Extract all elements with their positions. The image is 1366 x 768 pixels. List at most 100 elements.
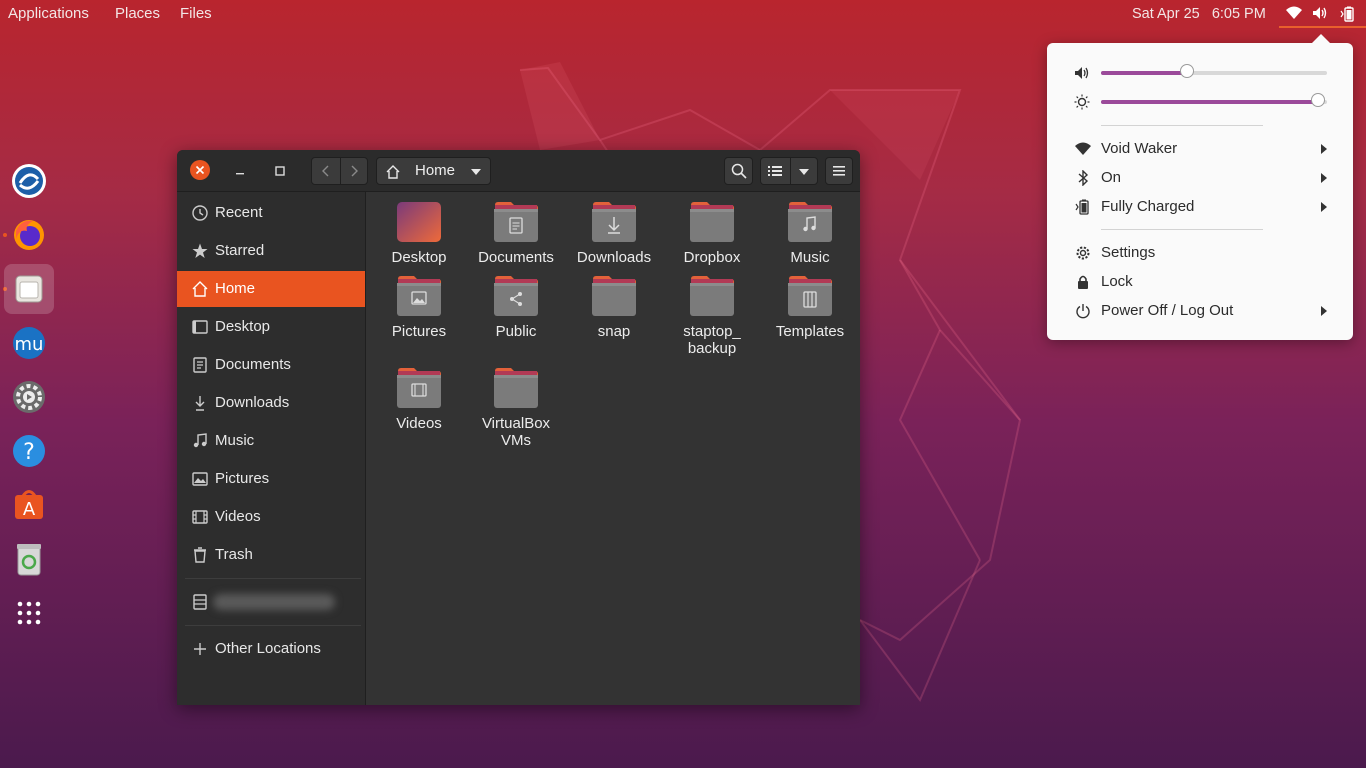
places-menu[interactable]: Places xyxy=(115,0,160,28)
brightness-slider[interactable] xyxy=(1101,93,1327,107)
sidebar-item-desktop[interactable]: Desktop xyxy=(177,309,365,345)
minimize-button[interactable] xyxy=(233,164,247,178)
folder-name: Desktop xyxy=(391,249,447,266)
dock-settings[interactable] xyxy=(4,372,54,422)
file-manager-window: Home Recent Starred Home Desktop Documen… xyxy=(177,150,860,705)
list-view-icon[interactable] xyxy=(767,164,783,178)
home-icon xyxy=(386,165,400,179)
location-bar[interactable]: Home xyxy=(376,157,491,185)
sidebar-item-drive[interactable] xyxy=(177,584,365,620)
dock-files[interactable] xyxy=(4,264,54,314)
folder-item[interactable]: VirtualBox VMs xyxy=(467,367,565,449)
sidebar-item-home[interactable]: Home xyxy=(177,271,365,307)
sidebar-item-trash[interactable]: Trash xyxy=(177,537,365,573)
folder-name: Videos xyxy=(396,415,442,432)
sidebar-item-videos[interactable]: Videos xyxy=(177,499,365,535)
sidebar-item-label: Pictures xyxy=(215,470,270,487)
dock-firefox[interactable] xyxy=(4,210,54,260)
dock-trash[interactable] xyxy=(4,534,54,584)
file-grid: Desktop Documents Downloads Dropbox Music Pic… xyxy=(366,192,860,705)
sidebar-item-recent[interactable]: Recent xyxy=(177,195,365,231)
menu-item-bluetooth[interactable]: On xyxy=(1047,163,1353,192)
volume-slider[interactable] xyxy=(1101,64,1327,78)
back-button[interactable] xyxy=(319,164,333,178)
battery-icon xyxy=(1340,6,1354,22)
applications-menu[interactable]: Applications xyxy=(8,0,89,28)
chevron-down-icon[interactable] xyxy=(470,167,482,177)
menu-item-power[interactable]: Power Off / Log Out xyxy=(1047,296,1353,325)
sidebar-item-label: Music xyxy=(215,432,255,449)
system-tray[interactable] xyxy=(1279,0,1366,28)
folder-item[interactable]: Pictures xyxy=(370,275,468,340)
redacted-drive-label xyxy=(213,594,335,610)
firefox-icon xyxy=(14,220,44,250)
search-button[interactable] xyxy=(724,157,753,185)
pictures-folder-icon xyxy=(397,276,441,316)
menu-item-lock[interactable]: Lock xyxy=(1047,267,1353,296)
dock-dolphin[interactable] xyxy=(4,156,54,206)
documents-folder-icon xyxy=(494,202,538,242)
menu-item-label: On xyxy=(1101,169,1122,186)
dock-software[interactable]: A xyxy=(4,480,54,530)
folder-name: Downloads xyxy=(576,249,652,266)
view-dropdown-icon[interactable] xyxy=(798,167,810,177)
folder-item[interactable]: snap xyxy=(565,275,663,340)
folder-item[interactable]: Dropbox xyxy=(663,201,761,266)
music-folder-icon xyxy=(788,202,832,242)
help-icon: ? xyxy=(13,435,45,467)
close-button[interactable] xyxy=(190,160,210,180)
clock[interactable]: Sat Apr 25 6:05 PM xyxy=(1132,0,1266,28)
menu-item-settings[interactable]: Settings xyxy=(1047,238,1353,267)
folder-name: staptop_ backup xyxy=(683,323,741,357)
folder-item[interactable]: Videos xyxy=(370,367,468,432)
sidebar-item-label: Documents xyxy=(215,356,291,373)
sidebar-item-starred[interactable]: Starred xyxy=(177,233,365,269)
sidebar-item-pictures[interactable]: Pictures xyxy=(177,461,365,497)
forward-button[interactable] xyxy=(347,164,361,178)
menu-item-battery[interactable]: Fully Charged xyxy=(1047,192,1353,221)
volume-slider-handle[interactable] xyxy=(1179,64,1194,78)
submenu-arrow-icon xyxy=(1321,144,1327,154)
maximize-button[interactable] xyxy=(273,164,287,178)
desktop-folder-icon xyxy=(397,202,441,242)
folder-item[interactable]: Downloads xyxy=(565,201,663,266)
sidebar-item-other-locations[interactable]: Other Locations xyxy=(177,631,365,667)
folder-item[interactable]: Templates xyxy=(761,275,859,340)
video-icon xyxy=(192,510,208,524)
templates-folder-icon xyxy=(788,276,832,316)
menu-button[interactable] xyxy=(825,157,853,185)
svg-text:A: A xyxy=(23,499,36,520)
menu-item-label: Lock xyxy=(1101,273,1133,290)
sidebar: Recent Starred Home Desktop Documents Do… xyxy=(177,192,366,705)
sidebar-item-downloads[interactable]: Downloads xyxy=(177,385,365,421)
folder-item[interactable]: Music xyxy=(761,201,859,266)
location-label: Home xyxy=(415,162,456,179)
top-bar: Applications Places Files Sat Apr 25 6:0… xyxy=(0,0,1366,28)
wifi-icon xyxy=(1286,6,1302,19)
brightness-slider-handle[interactable] xyxy=(1310,93,1325,107)
home-icon xyxy=(192,281,208,297)
dock-musescore[interactable]: mu xyxy=(4,318,54,368)
trash-icon xyxy=(17,544,41,576)
dock-app-grid[interactable] xyxy=(4,588,54,638)
sidebar-item-documents[interactable]: Documents xyxy=(177,347,365,383)
folder-icon xyxy=(690,276,734,316)
power-icon xyxy=(1076,304,1090,319)
folder-item[interactable]: Public xyxy=(467,275,565,340)
menu-separator xyxy=(1101,125,1263,126)
folder-name: Pictures xyxy=(391,323,447,340)
files-menu[interactable]: Files xyxy=(180,0,212,28)
document-icon xyxy=(193,357,207,373)
settings-icon xyxy=(13,381,45,413)
dock-help[interactable]: ? xyxy=(4,426,54,476)
sidebar-item-music[interactable]: Music xyxy=(177,423,365,459)
folder-item[interactable]: staptop_ backup xyxy=(663,275,761,357)
view-options xyxy=(760,157,818,185)
menu-item-wifi[interactable]: Void Waker xyxy=(1047,134,1353,163)
header-bar: Home xyxy=(177,150,860,192)
picture-icon xyxy=(192,472,208,486)
brightness-icon xyxy=(1074,94,1090,110)
folder-item[interactable]: Desktop xyxy=(370,201,468,266)
sidebar-item-label: Downloads xyxy=(215,394,290,411)
folder-item[interactable]: Documents xyxy=(467,201,565,266)
